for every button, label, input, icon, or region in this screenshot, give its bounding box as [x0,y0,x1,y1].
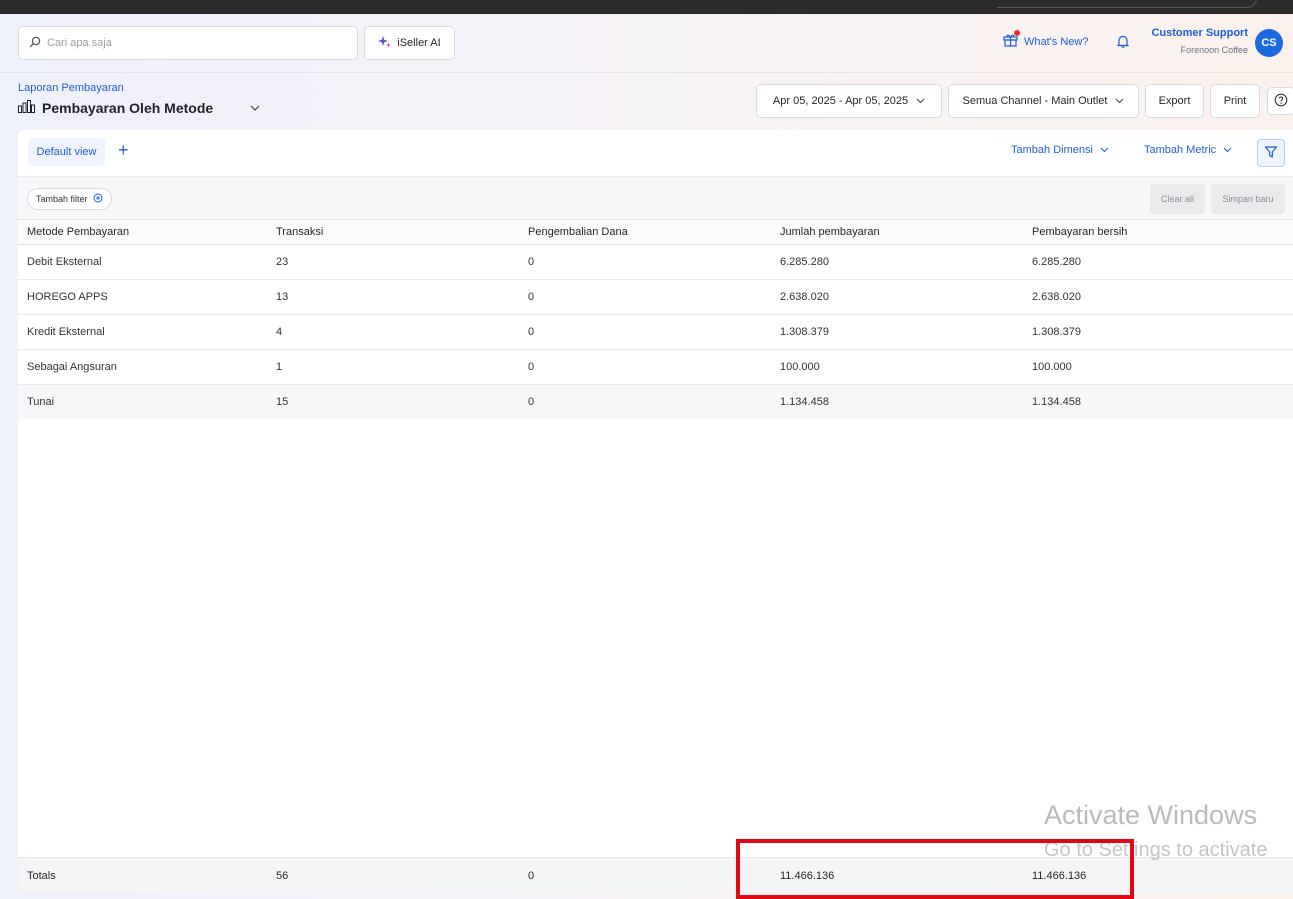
add-filter-chip[interactable]: Tambah filter [27,188,112,210]
chevron-down-icon [916,95,925,107]
bell-icon[interactable] [1116,35,1130,51]
table-cell: 2.638.020 [771,279,1023,315]
table-cell: Sebagai Angsuran [18,349,267,385]
payments-table: Metode Pembayaran Transaksi Pengembalian… [18,220,1293,419]
save-new-button[interactable]: Simpan baru [1211,184,1285,214]
table-cell: 1.308.379 [771,314,1023,350]
chevron-down-icon[interactable] [250,103,260,115]
print-button[interactable]: Print [1210,84,1260,118]
table-cell: HOREGO APPS [18,279,267,315]
os-title-bar [0,0,1293,14]
table-cell: Tunai [18,384,267,419]
table-cell: 6.285.280 [771,244,1023,280]
breadcrumb[interactable]: Laporan Pembayaran [18,82,124,94]
table-cell: 0 [519,384,771,419]
add-metric-label: Tambah Metric [1144,144,1217,156]
report-chart-icon [18,100,35,116]
header-divider [0,72,1293,73]
filter-bar: Tambah filter Clear all Simpan baru [18,176,1293,220]
table-cell: 2.638.020 [1023,279,1293,315]
iseller-ai-label: iSeller AI [397,37,441,49]
totals-cell: 0 [528,869,535,882]
add-dimension-dropdown[interactable]: Tambah Dimensi [1011,144,1109,156]
print-label: Print [1223,95,1247,107]
column-header[interactable]: Jumlah pembayaran [771,220,1023,245]
add-dimension-label: Tambah Dimensi [1011,144,1093,156]
table-cell: 6.285.280 [1023,244,1293,280]
export-label: Export [1158,95,1191,107]
export-button[interactable]: Export [1145,84,1204,118]
table-cell: 100.000 [1023,349,1293,385]
page-title-wrap: Pembayaran Oleh Metode [18,100,213,116]
add-filter-label: Tambah filter [36,194,88,204]
table-cell: 100.000 [771,349,1023,385]
chevron-down-icon [1100,144,1109,156]
channel-select[interactable]: Semua Channel - Main Outlet [948,84,1139,118]
column-header[interactable]: Pembayaran bersih [1023,220,1293,245]
totals-cell: 56 [276,869,289,882]
whats-new-link[interactable]: What's New? [1003,30,1089,50]
notification-dot [1014,30,1020,36]
column-header[interactable]: Metode Pembayaran [18,220,267,245]
table-row[interactable]: Sebagai Angsuran 1 0 100.000 100.000 [18,349,1293,385]
table-cell: 1.134.458 [1023,384,1293,419]
table-cell: 1.308.379 [1023,314,1293,350]
table-cell: 0 [519,314,771,350]
table-row[interactable]: Tunai 15 0 1.134.458 1.134.458 [18,384,1293,419]
page-title: Pembayaran Oleh Metode [42,100,214,116]
column-header[interactable]: Pengembalian Dana [519,220,771,245]
table-cell: 0 [519,349,771,385]
date-range-picker[interactable]: Apr 05, 2025 - Apr 05, 2025 [756,84,942,118]
table-cell: 1.134.458 [771,384,1023,419]
whats-new-label: What's New? [1024,35,1089,48]
user-name: Customer Support [1151,27,1248,39]
highlight-box [736,839,1134,899]
chevron-down-icon [1115,95,1124,107]
table-cell: 15 [267,384,519,419]
clear-all-button[interactable]: Clear all [1150,184,1205,214]
sparkle-icon [378,35,392,51]
table-cell: Kredit Eksternal [18,314,267,350]
activation-watermark-title: Activate Windows [1044,800,1258,830]
iseller-ai-button[interactable]: iSeller AI [364,26,455,60]
table-cell: 13 [267,279,519,315]
gift-icon [1003,30,1020,50]
table-row[interactable]: HOREGO APPS 13 0 2.638.020 2.638.020 [18,279,1293,315]
table-header-row: Metode Pembayaran Transaksi Pengembalian… [18,220,1293,245]
search-input[interactable] [47,37,337,49]
help-button[interactable] [1267,87,1293,115]
table-cell: Debit Eksternal [18,244,267,280]
column-header[interactable]: Transaksi [267,220,519,245]
search-icon [29,36,41,51]
add-metric-dropdown[interactable]: Tambah Metric [1144,144,1232,156]
help-icon [1274,93,1288,110]
channel-label: Semua Channel - Main Outlet [962,95,1108,107]
add-view-icon[interactable]: + [118,140,129,160]
filter-button[interactable] [1257,139,1285,167]
search-field[interactable] [18,26,358,60]
table-cell: 23 [267,244,519,280]
add-circle-icon [93,193,103,205]
report-card: Default view + Tambah Dimensi Tambah Met… [18,130,1293,893]
table-row[interactable]: Debit Eksternal 23 0 6.285.280 6.285.280 [18,244,1293,280]
avatar[interactable]: CS [1255,29,1283,57]
chevron-down-icon [1223,144,1232,156]
totals-label: Totals [27,869,56,882]
funnel-icon [1264,145,1278,162]
table-cell: 0 [519,279,771,315]
table-row[interactable]: Kredit Eksternal 4 0 1.308.379 1.308.379 [18,314,1293,350]
table-cell: 1 [267,349,519,385]
table-cell: 4 [267,314,519,350]
table-cell: 0 [519,244,771,280]
date-range-label: Apr 05, 2025 - Apr 05, 2025 [772,95,909,107]
tab-default-view[interactable]: Default view [28,138,105,166]
user-org: Forenoon Coffee [1180,45,1248,55]
user-info[interactable]: Customer Support Forenoon Coffee [1151,27,1248,55]
